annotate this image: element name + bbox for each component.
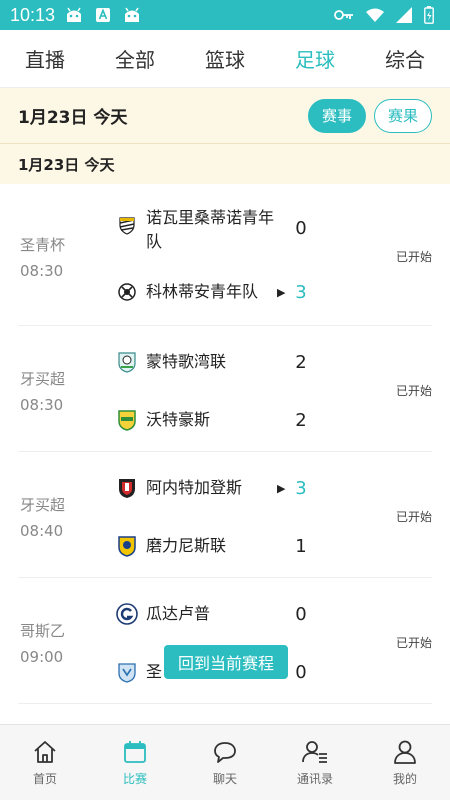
home-score: 3 bbox=[295, 478, 307, 499]
away-team: 科林蒂安青年队 bbox=[116, 280, 316, 304]
contacts-icon bbox=[301, 738, 329, 766]
key-icon bbox=[334, 9, 354, 21]
schedule-button[interactable]: 赛事 bbox=[308, 98, 366, 133]
nav-profile[interactable]: 我的 bbox=[360, 725, 450, 800]
view-toggle: 赛事 赛果 bbox=[300, 98, 432, 133]
chat-icon bbox=[211, 738, 239, 766]
calendar-icon bbox=[121, 738, 149, 766]
tab-football[interactable]: 足球 bbox=[289, 44, 341, 73]
away-team: 磨力尼斯联 bbox=[116, 534, 316, 558]
team-logo-icon bbox=[116, 535, 138, 557]
match-time: 08:30 bbox=[20, 396, 64, 414]
match-list[interactable]: 圣青杯 08:30 诺瓦里桑蒂诺青年队 0 科林蒂安青年队 ▶ 3 已开始 牙买… bbox=[0, 184, 450, 724]
sport-tabs: 直播 全部 篮球 足球 综合 bbox=[0, 30, 450, 88]
date-header: 1月23日 今天 赛事 赛果 1月23日 今天 bbox=[0, 88, 450, 184]
battery-icon bbox=[424, 6, 434, 24]
home-team: 诺瓦里桑蒂诺青年队 bbox=[116, 206, 286, 254]
league-name: 圣青杯 bbox=[20, 236, 66, 254]
team-name: 蒙特歌湾联 bbox=[146, 352, 227, 371]
team-name: 科林蒂安青年队 bbox=[146, 282, 259, 301]
home-team: 阿内特加登斯 bbox=[116, 476, 316, 500]
section-date: 1月23日 今天 bbox=[18, 155, 115, 174]
nav-contacts[interactable]: 通讯录 bbox=[270, 725, 360, 800]
android-icon bbox=[65, 7, 83, 23]
match-status: 已开始 bbox=[395, 384, 432, 398]
play-arrow-icon: ▶ bbox=[277, 482, 286, 495]
home-icon bbox=[31, 738, 59, 766]
home-score: 0 bbox=[295, 218, 307, 239]
league-name: 牙买超 bbox=[20, 496, 66, 514]
match-card[interactable]: 圣青杯 08:30 诺瓦里桑蒂诺青年队 0 科林蒂安青年队 ▶ 3 已开始 bbox=[18, 184, 432, 326]
away-score: 0 bbox=[295, 662, 307, 683]
android-icon bbox=[123, 7, 141, 23]
nav-matches[interactable]: 比赛 bbox=[90, 725, 180, 800]
away-score: 1 bbox=[295, 536, 307, 557]
team-logo-icon bbox=[116, 477, 138, 499]
nav-label: 首页 bbox=[32, 772, 57, 786]
team-logo-icon bbox=[116, 409, 138, 431]
match-time: 09:00 bbox=[20, 648, 64, 666]
a-icon bbox=[95, 7, 111, 23]
bottom-nav: 首页 比赛 聊天 通讯录 我的 bbox=[0, 724, 450, 800]
team-name: 磨力尼斯联 bbox=[146, 536, 227, 555]
date-title: 1月23日 今天 bbox=[18, 108, 128, 128]
home-score: 0 bbox=[295, 604, 307, 625]
nav-label: 比赛 bbox=[122, 772, 147, 786]
team-logo-icon bbox=[116, 351, 138, 373]
nav-label: 聊天 bbox=[212, 772, 237, 786]
nav-home[interactable]: 首页 bbox=[0, 725, 90, 800]
home-team: 瓜达卢普 bbox=[116, 602, 316, 626]
nav-label: 通讯录 bbox=[296, 772, 333, 786]
team-name: 诺瓦里桑蒂诺青年队 bbox=[146, 208, 275, 251]
team-name: 圣 bbox=[146, 662, 163, 681]
match-card[interactable]: 牙买超 08:40 阿内特加登斯 ▶ 3 磨力尼斯联 1 已开始 bbox=[18, 452, 432, 578]
status-time: 10:13 bbox=[10, 4, 56, 25]
away-score: 2 bbox=[295, 410, 307, 431]
away-score: 3 bbox=[295, 282, 307, 303]
team-logo-icon bbox=[116, 603, 138, 625]
match-card[interactable]: 牙买超 08:30 蒙特歌湾联 2 沃特豪斯 2 已开始 bbox=[18, 326, 432, 452]
team-name: 阿内特加登斯 bbox=[146, 478, 243, 497]
nav-chat[interactable]: 聊天 bbox=[180, 725, 270, 800]
home-team: 蒙特歌湾联 bbox=[116, 350, 316, 374]
results-button[interactable]: 赛果 bbox=[374, 98, 432, 133]
team-logo-icon bbox=[116, 661, 138, 683]
league-name: 哥斯乙 bbox=[20, 622, 66, 640]
team-name: 沃特豪斯 bbox=[146, 410, 211, 429]
profile-icon bbox=[391, 738, 419, 766]
tab-live[interactable]: 直播 bbox=[19, 44, 71, 73]
match-status: 已开始 bbox=[395, 636, 432, 650]
signal-icon bbox=[396, 7, 412, 23]
match-time: 08:30 bbox=[20, 262, 64, 280]
team-logo-icon bbox=[116, 281, 138, 303]
tab-comprehensive[interactable]: 综合 bbox=[379, 44, 431, 73]
match-card[interactable]: 哥斯乙 09:00 瓜达卢普 0 圣 0 已开始 bbox=[18, 578, 432, 704]
tab-basketball[interactable]: 篮球 bbox=[199, 44, 251, 73]
nav-label: 我的 bbox=[392, 772, 417, 786]
wifi-icon bbox=[366, 8, 384, 22]
tab-all[interactable]: 全部 bbox=[109, 44, 161, 73]
play-arrow-icon: ▶ bbox=[277, 286, 286, 299]
match-status: 已开始 bbox=[395, 510, 432, 524]
status-bar: 10:13 bbox=[0, 0, 450, 30]
home-score: 2 bbox=[295, 352, 307, 373]
match-time: 08:40 bbox=[20, 522, 64, 540]
team-logo-icon bbox=[116, 214, 138, 236]
back-to-current-button[interactable]: 回到当前赛程 bbox=[164, 645, 288, 679]
team-name: 瓜达卢普 bbox=[146, 604, 211, 623]
away-team: 沃特豪斯 bbox=[116, 408, 316, 432]
league-name: 牙买超 bbox=[20, 370, 66, 388]
match-status: 已开始 bbox=[395, 250, 432, 264]
